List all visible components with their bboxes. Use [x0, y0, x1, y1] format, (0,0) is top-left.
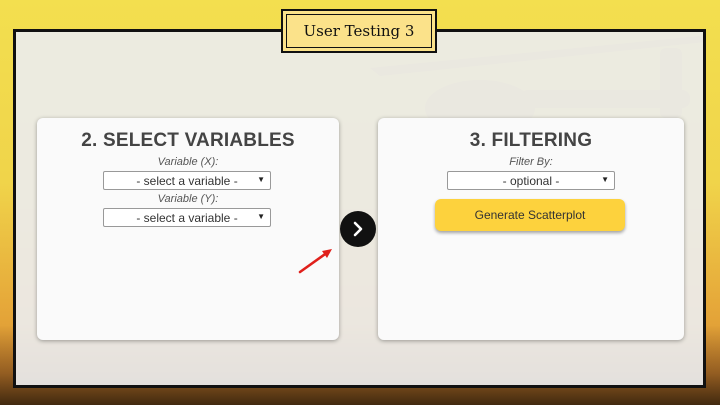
filter-by-value: - optional -	[502, 173, 560, 188]
chevron-down-icon: ▼	[257, 212, 265, 221]
filter-by-select[interactable]: - optional - ▼	[447, 171, 615, 190]
variable-y-value: - select a variable -	[136, 210, 238, 225]
variable-x-value: - select a variable -	[136, 173, 238, 188]
filter-by-label: Filter By:	[509, 156, 553, 168]
red-arrow-icon	[298, 249, 332, 274]
chevron-right-icon	[353, 221, 363, 237]
slide-title: User Testing 3	[281, 9, 437, 53]
chevron-down-icon: ▼	[257, 175, 265, 184]
variable-y-select[interactable]: - select a variable - ▼	[103, 208, 271, 227]
select-variables-panel: 2. SELECT VARIABLES Variable (X): - sele…	[37, 118, 339, 340]
generate-scatterplot-button[interactable]: Generate Scatterplot	[435, 199, 625, 231]
chevron-down-icon: ▼	[601, 175, 609, 184]
select-variables-heading: 2. SELECT VARIABLES	[81, 130, 295, 151]
filtering-heading: 3. FILTERING	[469, 130, 593, 151]
variable-y-label: Variable (Y):	[157, 193, 219, 205]
variable-x-select[interactable]: - select a variable - ▼	[103, 171, 271, 190]
variable-x-label: Variable (X):	[157, 156, 219, 168]
filtering-panel: 3. FILTERING Filter By: - optional - ▼ G…	[378, 118, 684, 340]
next-step-button[interactable]	[340, 211, 376, 247]
